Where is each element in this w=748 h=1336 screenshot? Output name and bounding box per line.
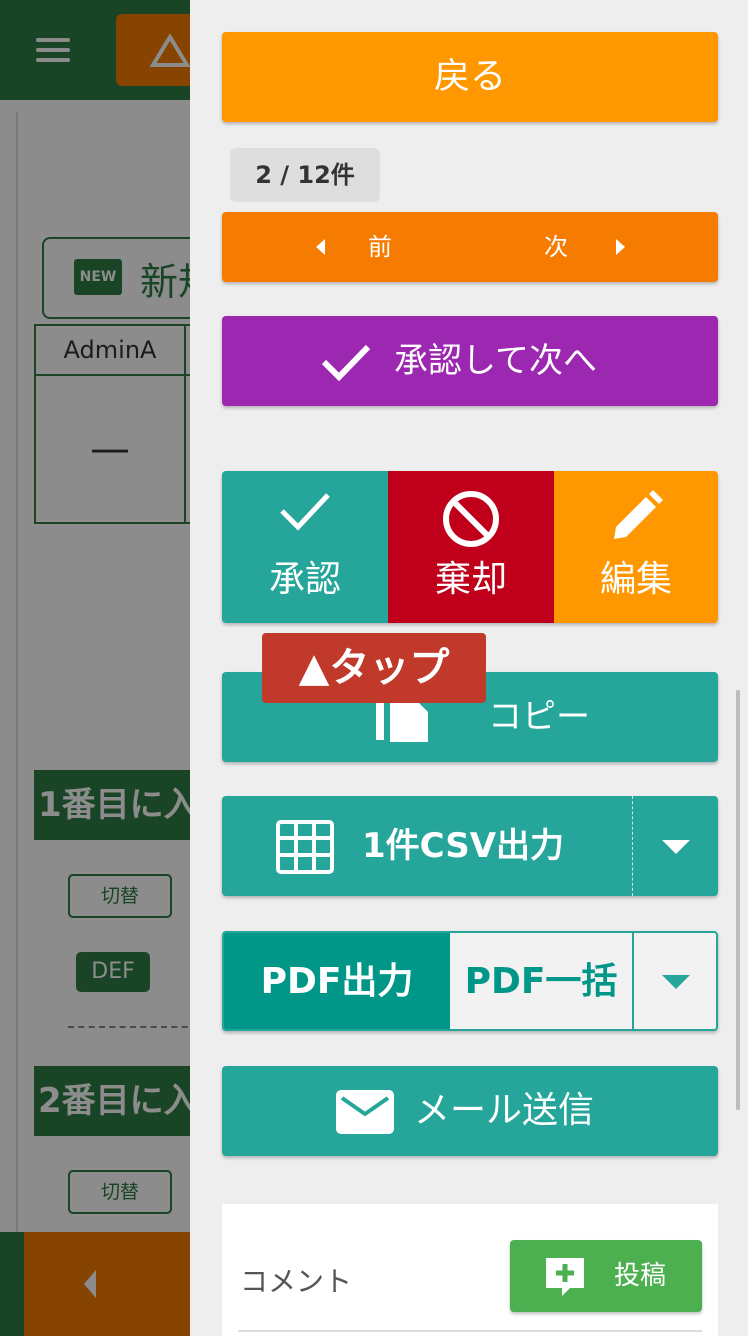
file-copy-icon [376,698,428,742]
comment-add-icon [546,1258,584,1296]
scrollbar[interactable] [736,690,740,1110]
grid-icon [276,820,334,874]
chevron-left-icon [316,239,325,255]
chevron-right-icon [616,239,625,255]
csv-export-label: 1件CSV出力 [362,826,565,866]
divider [632,796,633,896]
mail-icon [336,1090,394,1134]
comment-card: コメント 投稿 [222,1204,718,1336]
caret-down-icon[interactable] [662,840,690,854]
approval-action-group: 承認 棄却 編集 [222,471,718,623]
action-drawer: 戻る 2 / 12件 前 次 承認して次へ 承認 棄却 編集 コピー ▲タップ [190,0,748,1336]
csv-export-button[interactable]: 1件CSV出力 [222,796,718,896]
pdf-bulk-button[interactable]: PDF一括 [450,933,632,1029]
ban-icon [443,491,499,547]
next-button[interactable]: 次 [544,212,568,282]
check-icon [280,493,330,531]
send-mail-button[interactable]: メール送信 [222,1066,718,1156]
post-comment-button[interactable]: 投稿 [510,1240,702,1312]
divider [632,933,634,1029]
approve-label: 承認 [268,559,341,600]
edit-label: 編集 [599,559,672,600]
comment-input-underline[interactable] [238,1330,702,1332]
post-label: 投稿 [614,1261,667,1291]
record-count-badge: 2 / 12件 [230,148,380,202]
discard-label: 棄却 [434,559,507,600]
approve-and-next-button[interactable]: 承認して次へ [222,316,718,406]
caret-down-icon[interactable] [662,975,690,989]
pencil-icon [614,490,663,539]
check-icon [321,344,371,382]
approve-and-next-label: 承認して次へ [394,341,597,381]
comment-label: コメント [240,1265,353,1298]
copy-label: コピー [488,697,590,737]
back-button[interactable]: 戻る [222,32,718,122]
discard-button[interactable]: 棄却 [388,471,554,623]
send-mail-label: メール送信 [414,1090,595,1131]
edit-button[interactable]: 編集 [554,471,718,623]
pdf-export-button[interactable]: PDF出力 [224,933,450,1029]
tap-hint-label: ▲タップ [262,633,486,703]
prev-button[interactable]: 前 [368,212,392,282]
pdf-export-group: PDF出力 PDF一括 [222,931,718,1031]
prev-next-nav: 前 次 [222,212,718,282]
approve-button[interactable]: 承認 [222,471,388,623]
